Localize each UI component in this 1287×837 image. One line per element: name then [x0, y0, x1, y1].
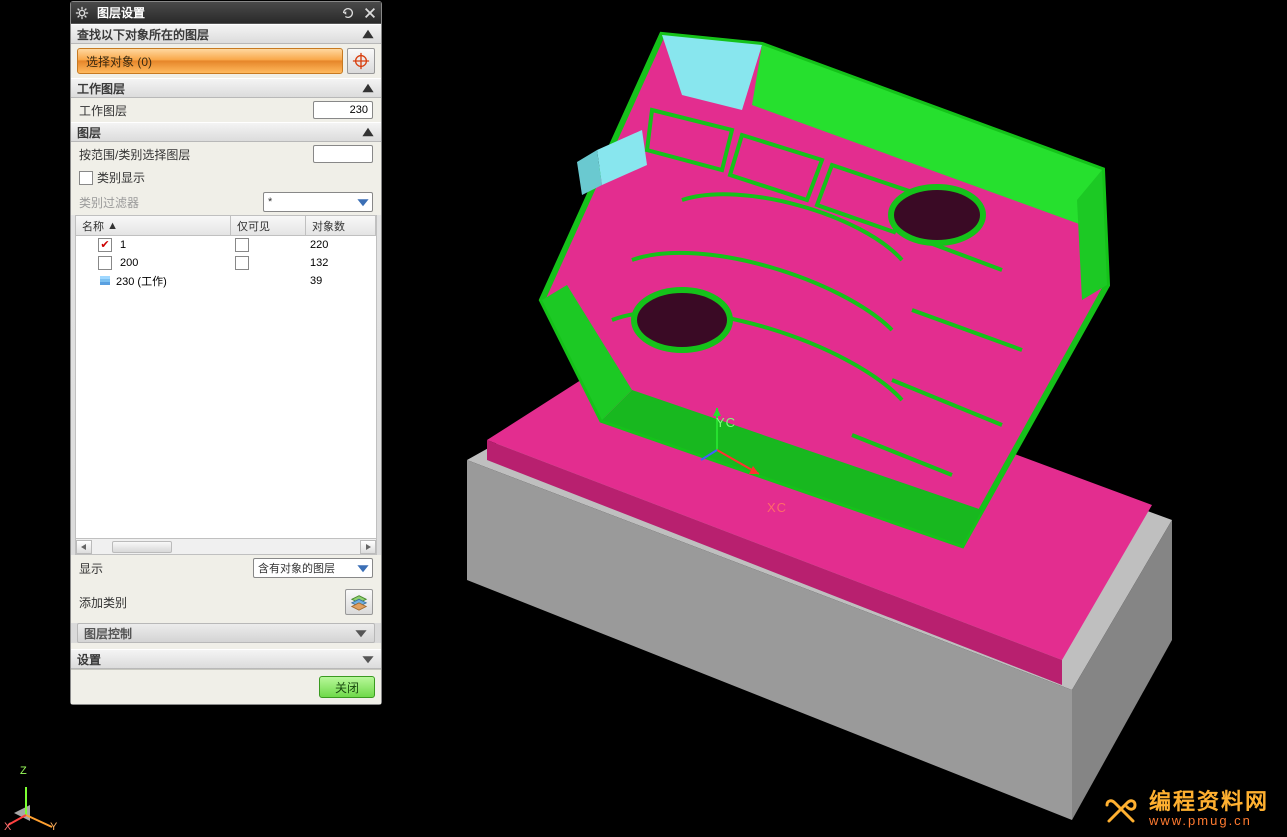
category-filter-value: * [268, 196, 272, 208]
section-label: 图层 [77, 124, 101, 141]
section-label: 查找以下对象所在的图层 [77, 26, 209, 43]
category-filter-dropdown[interactable]: * [263, 192, 373, 212]
panel-titlebar[interactable]: 图层设置 [71, 2, 381, 24]
axis-x-label: XC [767, 500, 787, 515]
table-header[interactable]: 名称 ▲ 仅可见 对象数 [76, 216, 376, 236]
stack-icon [98, 274, 112, 288]
section-layers[interactable]: 图层 [71, 122, 381, 142]
close-button-label: 关闭 [335, 679, 359, 696]
range-select-input[interactable] [313, 145, 373, 163]
work-layer-input[interactable]: 230 [313, 101, 373, 119]
tools-icon [1101, 789, 1141, 829]
layer-name: 200 [120, 257, 138, 269]
watermark-title: 编程资料网 [1149, 790, 1269, 814]
chevron-up-icon [361, 81, 375, 95]
visible-checkbox[interactable] [235, 256, 249, 270]
layer-settings-panel: 图层设置 查找以下对象所在的图层 选择对象 (0) 工作图层 工作图层 230 … [70, 1, 382, 705]
category-filter-label: 类别过滤器 [79, 194, 263, 211]
layer-count: 39 [306, 275, 376, 287]
chevron-up-icon [361, 27, 375, 41]
reset-icon[interactable] [338, 3, 358, 23]
add-category-button[interactable] [345, 589, 373, 615]
chevron-up-icon [361, 125, 375, 139]
axis-y-label: YC [716, 415, 736, 430]
select-object-label: 选择对象 (0) [86, 53, 152, 70]
category-display-checkbox[interactable] [79, 171, 93, 185]
chevron-down-icon [356, 195, 370, 209]
triad-y: Y [50, 821, 58, 833]
table-row[interactable]: 200 132 [76, 254, 376, 272]
range-select-label: 按范围/类别选择图层 [79, 146, 313, 163]
scroll-right-icon[interactable] [360, 540, 376, 554]
section-label: 图层控制 [84, 625, 132, 642]
col-count: 对象数 [312, 218, 345, 234]
show-filter-dropdown[interactable]: 含有对象的图层 [253, 558, 373, 578]
layer-table: 名称 ▲ 仅可见 对象数 1 220 200 132 [75, 215, 377, 555]
section-settings[interactable]: 设置 [71, 649, 381, 669]
visible-checkbox[interactable] [235, 238, 249, 252]
section-layer-control[interactable]: 图层控制 [77, 623, 375, 643]
layer-count: 220 [306, 239, 376, 251]
sort-asc-icon: ▲ [107, 220, 118, 232]
layer-name: 1 [120, 239, 126, 251]
triad-x: X [4, 821, 12, 833]
section-label: 工作图层 [77, 80, 125, 97]
viewport-3d[interactable]: YC XC [382, 0, 1287, 837]
show-label: 显示 [79, 560, 253, 577]
panel-title: 图层设置 [93, 4, 145, 21]
triad-z: Z [20, 765, 28, 777]
chevron-down-icon [354, 626, 368, 640]
chevron-down-icon [356, 561, 370, 575]
close-button[interactable]: 关闭 [319, 676, 375, 698]
category-display-label: 类别显示 [97, 169, 373, 186]
watermark: 编程资料网 www.pmug.cn [1101, 789, 1269, 829]
horizontal-scrollbar[interactable] [76, 538, 376, 554]
table-body[interactable]: 1 220 200 132 230 (工作) [76, 236, 376, 538]
add-category-label: 添加类别 [79, 594, 345, 611]
layer-checkbox[interactable] [98, 238, 112, 252]
section-work-layer[interactable]: 工作图层 [71, 78, 381, 98]
gear-icon[interactable] [72, 3, 92, 23]
layer-name: 230 (工作) [116, 273, 167, 289]
scroll-thumb[interactable] [112, 541, 172, 553]
select-object-button[interactable]: 选择对象 (0) [77, 48, 343, 74]
section-label: 设置 [77, 651, 101, 668]
watermark-url: www.pmug.cn [1149, 814, 1269, 828]
chevron-down-icon [361, 652, 375, 666]
table-row[interactable]: 1 220 [76, 236, 376, 254]
col-name: 名称 [82, 218, 104, 234]
scroll-left-icon[interactable] [76, 540, 92, 554]
layer-count: 132 [306, 257, 376, 269]
show-filter-value: 含有对象的图层 [258, 560, 335, 576]
work-layer-label: 工作图层 [79, 102, 313, 119]
col-visible: 仅可见 [237, 218, 270, 234]
close-icon[interactable] [360, 3, 380, 23]
layer-checkbox[interactable] [98, 256, 112, 270]
section-find-object-layer[interactable]: 查找以下对象所在的图层 [71, 24, 381, 44]
table-row[interactable]: 230 (工作) 39 [76, 272, 376, 290]
pick-target-button[interactable] [347, 48, 375, 74]
